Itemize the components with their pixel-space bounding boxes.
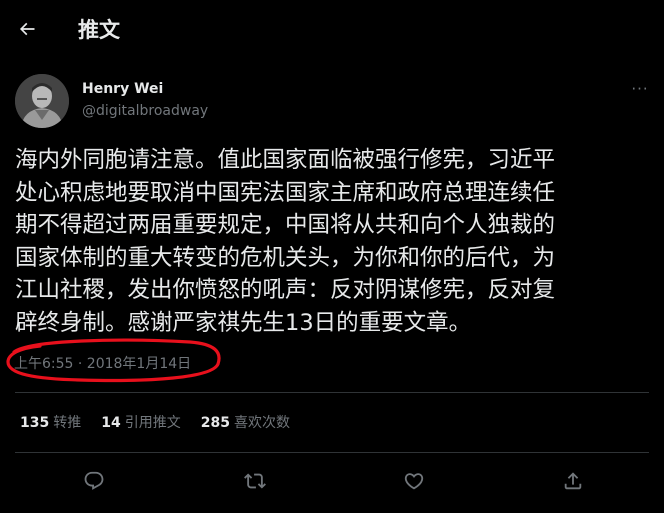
avatar-portrait xyxy=(15,74,69,128)
stat-label: 转推 xyxy=(53,415,82,431)
action-bar xyxy=(0,462,664,500)
arrow-left-icon xyxy=(19,22,35,36)
like-icon xyxy=(404,473,424,490)
top-bar: 推文 xyxy=(0,0,664,60)
share-button[interactable] xyxy=(554,462,592,500)
stat-label: 喜欢次数 xyxy=(233,415,290,431)
more-horizontal-icon: ··· xyxy=(631,80,649,98)
author-handle[interactable]: @digitalbroadway xyxy=(82,102,208,120)
reply-button[interactable] xyxy=(75,462,113,500)
like-button[interactable] xyxy=(395,462,433,500)
more-options-button[interactable]: ··· xyxy=(626,78,654,100)
tweet-text: 海内外同胞请注意。值此国家面临被强行修宪，习近平 处心积虑地要取消中国宪法国家主… xyxy=(15,147,556,336)
stat-label: 引用推文 xyxy=(124,415,181,431)
divider xyxy=(15,452,649,453)
retweet-icon xyxy=(244,473,266,489)
tweet-timestamp[interactable]: 上午6:55 · 2018年1月14日 xyxy=(14,354,191,374)
avatar[interactable] xyxy=(15,74,69,128)
stat-likes[interactable]: 285 喜欢次数 xyxy=(201,413,290,433)
author-name[interactable]: Henry Wei xyxy=(82,80,163,98)
back-button[interactable] xyxy=(10,12,44,46)
share-icon xyxy=(564,472,582,490)
stat-count: 135 xyxy=(20,415,50,431)
stat-quotes[interactable]: 14 引用推文 xyxy=(101,413,180,433)
stat-count: 14 xyxy=(101,415,121,431)
page-title: 推文 xyxy=(78,18,120,42)
stat-count: 285 xyxy=(200,415,230,431)
divider xyxy=(15,392,649,393)
engagement-stats: 135 转推 14 引用推文 285 喜欢次数 xyxy=(20,413,290,433)
stat-retweets[interactable]: 135 转推 xyxy=(20,413,81,433)
retweet-button[interactable] xyxy=(236,462,274,500)
reply-icon xyxy=(84,471,104,490)
